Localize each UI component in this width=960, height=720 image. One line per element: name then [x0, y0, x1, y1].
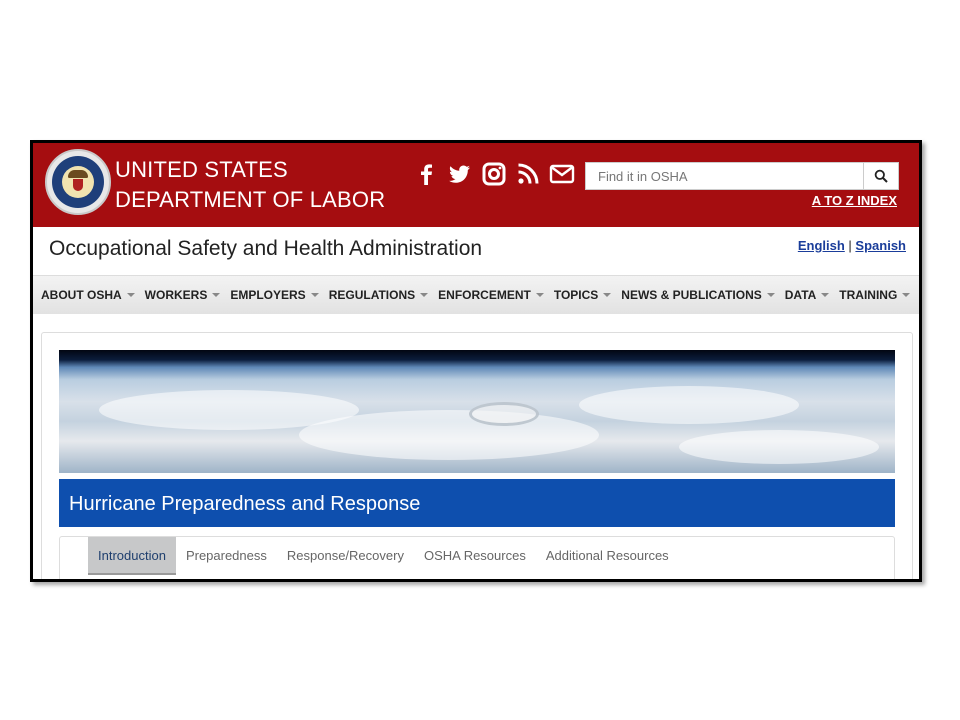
- search-input[interactable]: [585, 162, 863, 190]
- sub-header: Occupational Safety and Health Administr…: [33, 227, 919, 275]
- hurricane-eye: [469, 402, 539, 426]
- search-button[interactable]: [863, 162, 899, 190]
- nav-item-label: TOPICS: [553, 288, 599, 302]
- agency-line-1: UNITED STATES: [115, 157, 288, 182]
- instagram-icon[interactable]: [481, 161, 507, 187]
- nav-regulations[interactable]: REGULATIONS: [328, 288, 429, 302]
- page-banner: Hurricane Preparedness and Response: [59, 479, 895, 527]
- nav-item-label: REGULATIONS: [328, 288, 416, 302]
- tab-additional-resources[interactable]: Additional Resources: [536, 537, 679, 575]
- caret-down-icon: [420, 293, 429, 297]
- caret-down-icon: [821, 293, 830, 297]
- content-panel: Hurricane Preparedness and Response Intr…: [41, 332, 913, 579]
- nav-item-label: ABOUT OSHA: [41, 288, 122, 302]
- caret-down-icon: [902, 293, 911, 297]
- nav-item-label: WORKERS: [144, 288, 208, 302]
- site-search: [585, 162, 899, 190]
- eagle-icon: [68, 170, 88, 178]
- nav-item-label: ENFORCEMENT: [438, 288, 531, 302]
- caret-down-icon: [126, 293, 135, 297]
- tab-introduction[interactable]: Introduction: [88, 537, 176, 575]
- section-tabs: Introduction Preparedness Response/Recov…: [59, 536, 895, 579]
- seal-ring: [52, 156, 104, 208]
- lang-separator: |: [848, 238, 852, 253]
- nav-workers[interactable]: WORKERS: [145, 288, 221, 302]
- caret-down-icon: [603, 293, 612, 297]
- header-bar: UNITED STATES DEPARTMENT OF LABOR Find i…: [33, 143, 919, 227]
- lang-spanish-link[interactable]: Spanish: [855, 238, 906, 253]
- tab-preparedness[interactable]: Preparedness: [176, 537, 277, 575]
- agency-name[interactable]: UNITED STATES DEPARTMENT OF LABOR: [115, 155, 385, 215]
- cloud-shape: [579, 386, 799, 424]
- search-icon: [874, 169, 888, 183]
- tab-osha-resources[interactable]: OSHA Resources: [414, 537, 536, 575]
- browser-frame: UNITED STATES DEPARTMENT OF LABOR Find i…: [30, 140, 922, 582]
- nav-employers[interactable]: EMPLOYERS: [230, 288, 319, 302]
- nav-item-label: NEWS & PUBLICATIONS: [621, 288, 762, 302]
- cloud-shape: [299, 410, 599, 460]
- dol-seal-logo[interactable]: [45, 149, 111, 215]
- nav-topics[interactable]: TOPICS: [553, 288, 612, 302]
- nav-item-label: DATA: [784, 288, 817, 302]
- language-switcher: English | Spanish: [798, 238, 906, 253]
- social-links: [413, 161, 575, 187]
- facebook-icon[interactable]: [413, 161, 439, 187]
- caret-down-icon: [212, 293, 221, 297]
- nav-data[interactable]: DATA: [785, 288, 830, 302]
- caret-down-icon: [766, 293, 775, 297]
- lang-english-link[interactable]: English: [798, 238, 845, 253]
- rss-icon[interactable]: [515, 161, 541, 187]
- shield-icon: [73, 179, 83, 191]
- nav-news-publications[interactable]: NEWS & PUBLICATIONS: [621, 288, 775, 302]
- caret-down-icon: [310, 293, 319, 297]
- email-icon[interactable]: [549, 161, 575, 187]
- hurricane-hero-image: [59, 350, 895, 473]
- a-to-z-index-link[interactable]: A TO Z INDEX: [812, 193, 897, 208]
- cloud-shape: [679, 430, 879, 464]
- nav-item-label: TRAINING: [839, 288, 898, 302]
- seal-inner: [62, 166, 94, 198]
- page-title[interactable]: Occupational Safety and Health Administr…: [49, 237, 482, 261]
- nav-about-osha[interactable]: ABOUT OSHA: [41, 288, 135, 302]
- tab-response-recovery[interactable]: Response/Recovery: [277, 537, 414, 575]
- nav-enforcement[interactable]: ENFORCEMENT: [438, 288, 544, 302]
- caret-down-icon: [535, 293, 544, 297]
- main-nav: ABOUT OSHA WORKERS EMPLOYERS REGULATIONS…: [33, 275, 919, 314]
- agency-line-2: DEPARTMENT OF LABOR: [115, 187, 386, 212]
- nav-training[interactable]: TRAINING: [839, 288, 911, 302]
- nav-item-label: EMPLOYERS: [230, 288, 306, 302]
- twitter-icon[interactable]: [447, 161, 473, 187]
